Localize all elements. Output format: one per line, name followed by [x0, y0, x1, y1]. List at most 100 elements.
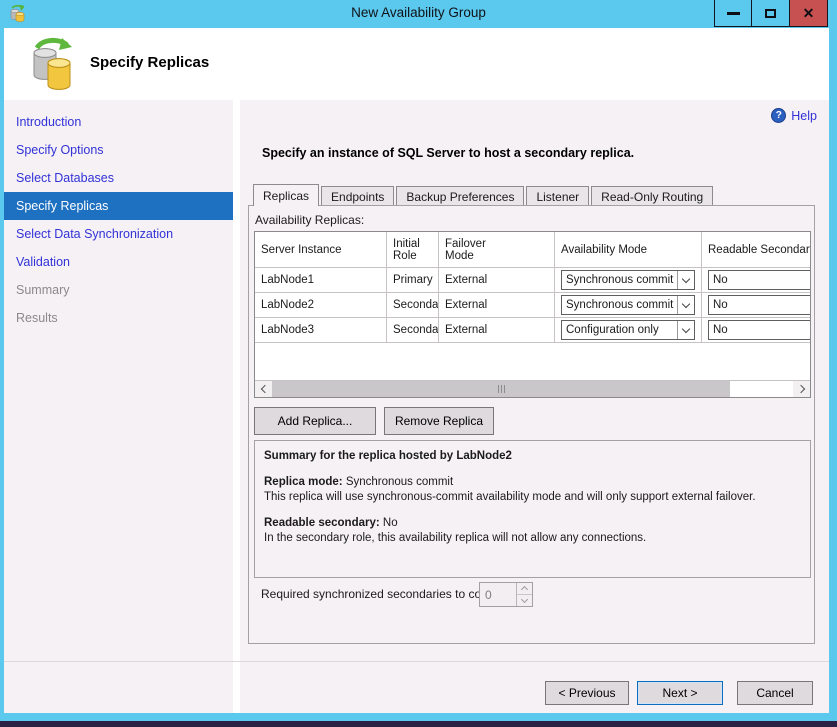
chevron-down-icon[interactable] [677, 271, 694, 289]
wizard-body: Introduction Specify Options Select Data… [4, 100, 829, 713]
maximize-icon [765, 9, 776, 18]
column-header-availability-mode[interactable]: Availability Mode [555, 232, 702, 267]
chevron-down-icon [521, 596, 528, 603]
minimize-button[interactable] [714, 0, 752, 27]
readable-secondary-dropdown[interactable]: No [708, 295, 811, 315]
close-button[interactable]: ✕ [790, 0, 828, 27]
summary-replica-mode: Replica mode: Synchronous commit [264, 475, 801, 489]
maximize-button[interactable] [752, 0, 790, 27]
cancel-button[interactable]: Cancel [737, 681, 813, 705]
wizard-header: Specify Replicas [4, 28, 829, 100]
instruction-text: Specify an instance of SQL Server to hos… [262, 146, 634, 160]
spinner-down-button[interactable] [517, 595, 532, 606]
sidebar-divider [233, 100, 240, 713]
wizard-steps-sidebar: Introduction Specify Options Select Data… [4, 100, 233, 713]
availability-mode-dropdown[interactable]: Configuration only [561, 320, 695, 340]
horizontal-scrollbar[interactable] [255, 380, 810, 397]
cell-availability-mode: Configuration only [555, 318, 702, 342]
scrollbar-track[interactable] [272, 381, 793, 397]
required-secondaries-row: Required synchronized secondaries to com… [261, 587, 507, 601]
column-header-readable-secondary[interactable]: Readable Secondary [702, 232, 811, 267]
previous-button[interactable]: < Previous [545, 681, 629, 705]
cell-availability-mode: Synchronous commit [555, 268, 702, 292]
availability-mode-dropdown[interactable]: Synchronous commit [561, 295, 695, 315]
scroll-right-button[interactable] [793, 381, 810, 397]
scrollbar-grip-icon [501, 385, 502, 393]
cell-server-instance[interactable]: LabNode3 [255, 318, 387, 342]
cell-initial-role[interactable]: Secondary [387, 293, 439, 317]
next-button[interactable]: Next > [637, 681, 723, 705]
grid-header-row: Server Instance InitialRole FailoverMode… [255, 232, 811, 268]
sidebar-item-select-data-synchronization[interactable]: Select Data Synchronization [4, 220, 233, 248]
scrollbar-grip-icon [498, 385, 499, 393]
availability-mode-dropdown[interactable]: Synchronous commit [561, 270, 695, 290]
scrollbar-grip-icon [504, 385, 505, 393]
scrollbar-thumb[interactable] [272, 381, 730, 397]
footer-divider [4, 661, 829, 662]
titlebar[interactable]: New Availability Group ✕ [0, 0, 837, 28]
replicas-database-icon [26, 36, 78, 92]
replica-summary-box: Summary for the replica hosted by LabNod… [254, 440, 811, 578]
sidebar-item-results: Results [4, 304, 233, 332]
window-title: New Availability Group [0, 5, 837, 20]
cell-readable-secondary: No [702, 268, 811, 292]
tab-endpoints[interactable]: Endpoints [321, 186, 394, 206]
cell-failover-mode[interactable]: External [439, 293, 555, 317]
sidebar-item-specify-replicas[interactable]: Specify Replicas [4, 192, 233, 220]
cell-initial-role[interactable]: Secondary [387, 318, 439, 342]
cell-failover-mode[interactable]: External [439, 268, 555, 292]
main-content: ? Help Specify an instance of SQL Server… [240, 100, 829, 661]
scroll-left-button[interactable] [255, 381, 272, 397]
availability-replicas-label: Availability Replicas: [255, 213, 364, 227]
readable-secondary-dropdown[interactable]: No [708, 270, 811, 290]
sidebar-item-specify-options[interactable]: Specify Options [4, 136, 233, 164]
table-row[interactable]: LabNode3 Secondary External Configuratio… [255, 318, 811, 343]
required-secondaries-spinner[interactable]: 0 [479, 582, 533, 607]
tab-backup-preferences[interactable]: Backup Preferences [396, 186, 524, 206]
sidebar-item-introduction[interactable]: Introduction [4, 108, 233, 136]
spinner-value[interactable]: 0 [480, 583, 516, 606]
cell-availability-mode: Synchronous commit [555, 293, 702, 317]
sidebar-item-select-databases[interactable]: Select Databases [4, 164, 233, 192]
help-label: Help [791, 109, 817, 123]
table-row[interactable]: LabNode2 Secondary External Synchronous … [255, 293, 811, 318]
add-replica-button[interactable]: Add Replica... [254, 407, 376, 435]
column-header-initial-role[interactable]: InitialRole [387, 232, 439, 267]
chevron-down-icon[interactable] [677, 296, 694, 314]
cell-initial-role[interactable]: Primary [387, 268, 439, 292]
spinner-up-button[interactable] [517, 583, 532, 595]
summary-readable-secondary-desc: In the secondary role, this availability… [264, 531, 801, 545]
close-icon: ✕ [803, 6, 815, 20]
remove-replica-button[interactable]: Remove Replica [384, 407, 494, 435]
chevron-left-icon [260, 385, 268, 393]
help-icon: ? [771, 108, 786, 123]
cell-failover-mode[interactable]: External [439, 318, 555, 342]
availability-replicas-grid[interactable]: Server Instance InitialRole FailoverMode… [254, 231, 811, 398]
summary-title: Summary for the replica hosted by LabNod… [264, 449, 801, 463]
column-header-failover-mode[interactable]: FailoverMode [439, 232, 555, 267]
cell-readable-secondary: No [702, 318, 811, 342]
spinner-buttons [516, 583, 532, 606]
column-header-server-instance[interactable]: Server Instance [255, 232, 387, 267]
chevron-up-icon [521, 586, 528, 593]
new-availability-group-window: New Availability Group ✕ Specify Replica… [0, 0, 837, 727]
cell-readable-secondary: No [702, 293, 811, 317]
cell-server-instance[interactable]: LabNode2 [255, 293, 387, 317]
tab-read-only-routing[interactable]: Read-Only Routing [591, 186, 713, 206]
chevron-down-icon[interactable] [677, 321, 694, 339]
readable-secondary-dropdown[interactable]: No [708, 320, 811, 340]
tab-replicas[interactable]: Replicas [253, 184, 319, 206]
window-controls: ✕ [714, 0, 828, 27]
replicas-tab-panel: Availability Replicas: Server Instance I… [248, 205, 815, 644]
tab-listener[interactable]: Listener [526, 186, 589, 206]
summary-replica-mode-desc: This replica will use synchronous-commit… [264, 490, 801, 504]
cell-server-instance[interactable]: LabNode1 [255, 268, 387, 292]
tab-strip: Replicas Endpoints Backup Preferences Li… [253, 184, 715, 206]
sidebar-item-validation[interactable]: Validation [4, 248, 233, 276]
sidebar-item-summary: Summary [4, 276, 233, 304]
table-row[interactable]: LabNode1 Primary External Synchronous co… [255, 268, 811, 293]
grid-empty-area [255, 343, 810, 380]
page-title: Specify Replicas [90, 54, 209, 71]
help-link[interactable]: ? Help [771, 108, 817, 123]
grid-table: Server Instance InitialRole FailoverMode… [255, 232, 811, 343]
